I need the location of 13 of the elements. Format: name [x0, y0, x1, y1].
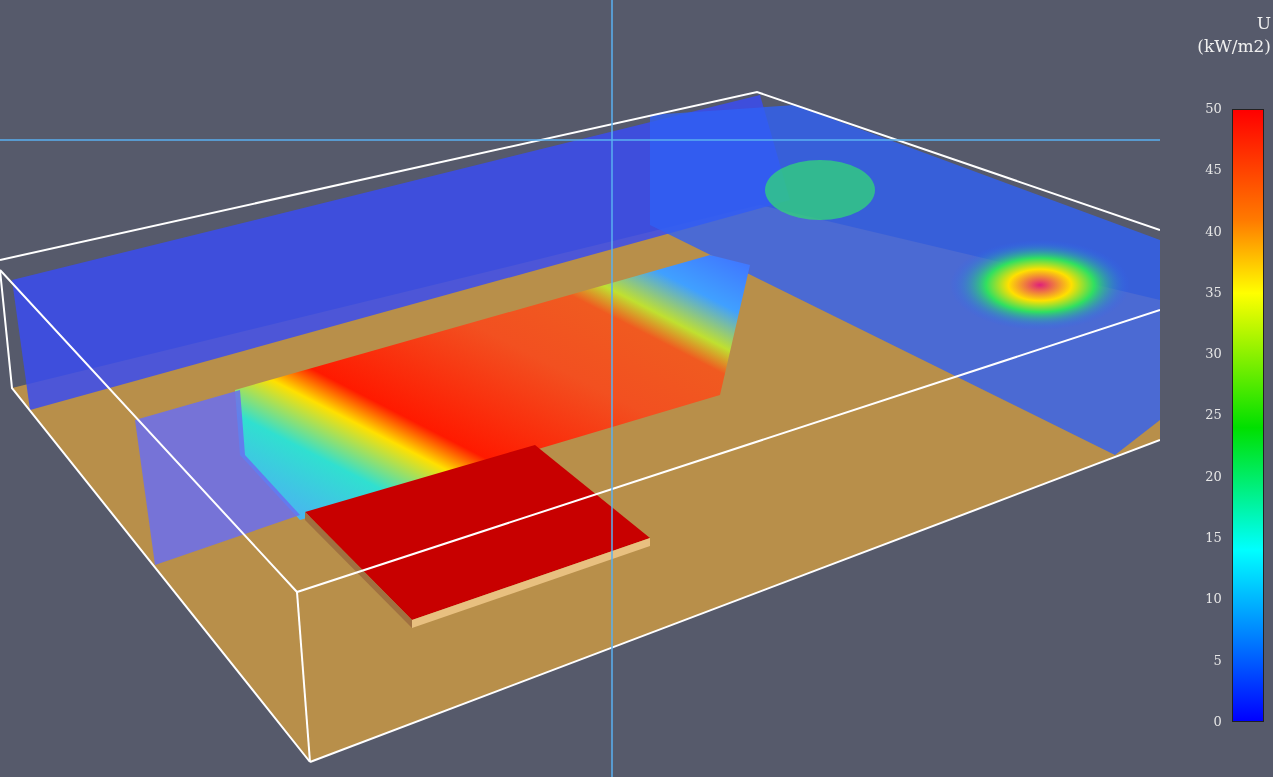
tick-label: 0 [1213, 715, 1222, 728]
tick-label: 15 [1205, 532, 1222, 545]
tick-label: 10 [1205, 593, 1222, 606]
tick-label: 40 [1205, 225, 1222, 238]
tick-label: 35 [1205, 286, 1222, 299]
tick-label: 5 [1213, 654, 1222, 667]
legend-title: U [1256, 12, 1271, 35]
tick-label: 30 [1205, 348, 1222, 361]
legend-unit: (kW/m2) [1197, 35, 1271, 58]
tick-label: 50 [1205, 103, 1222, 115]
tick-label: 20 [1205, 470, 1222, 483]
tick-label: 45 [1205, 164, 1222, 177]
tick-label: 25 [1205, 409, 1222, 422]
